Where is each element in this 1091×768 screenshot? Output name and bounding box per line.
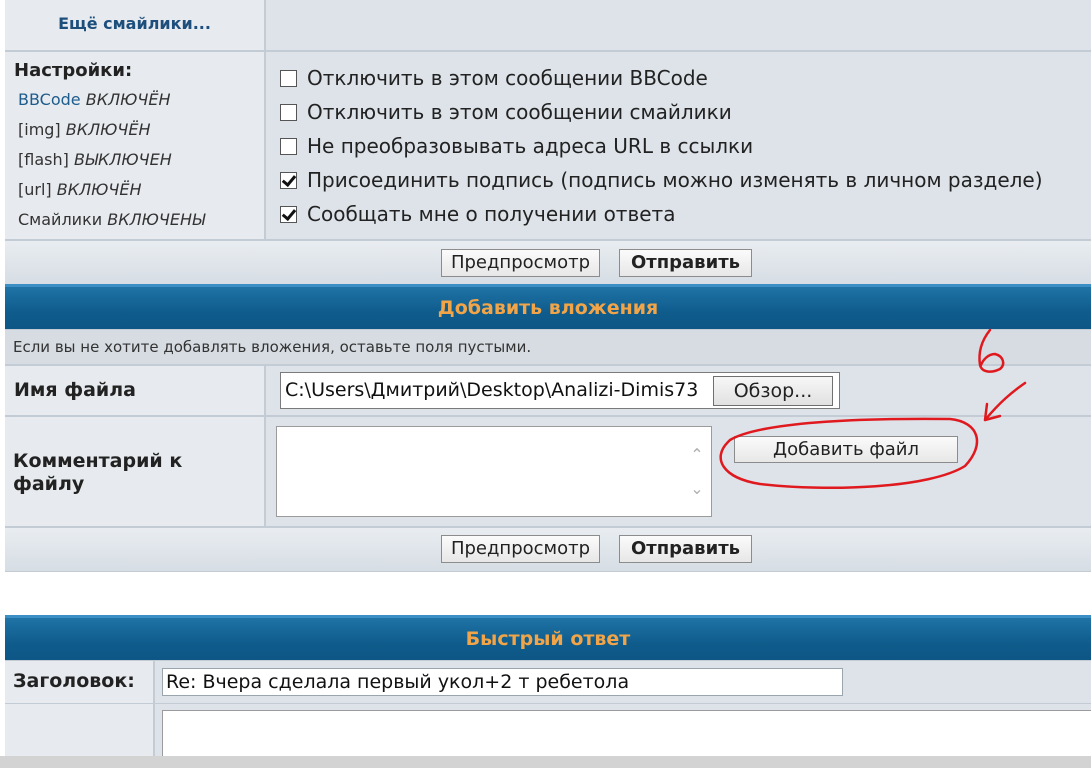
subject-input[interactable]: Re: Вчера сделала первый укол+2 т ребето… [162,668,843,696]
submit-button[interactable]: Отправить [619,249,752,277]
quick-reply-header: Быстрый ответ [5,615,1091,660]
scroll-up-icon[interactable]: ⌃ [687,445,707,465]
setting-flash: [flash] ВЫКЛЮЧЕН [18,145,264,175]
img-state: ВКЛЮЧЁН [65,120,151,139]
subject-field-cell: Re: Вчера сделала первый укол+2 т ребето… [155,661,1091,703]
add-file-button[interactable]: Добавить файл [734,436,958,463]
comment-label: Комментарий к файлу [13,450,183,495]
bbcode-state: ВКЛЮЧЁН [85,90,171,109]
horizontal-scrollbar[interactable] [0,756,1091,768]
attachments-note: Если вы не хотите добавлять вложения, ос… [13,338,532,356]
settings-title: Настройки: [14,60,133,81]
setting-smilies: Смайлики ВКЛЮЧЕНЫ [18,205,264,235]
option-disable-magic-url[interactable]: Не преобразовывать адреса URL в ссылки [280,129,753,163]
posting-form: Ещё смайлики... Настройки: BBCode ВКЛЮЧЁ… [5,0,1091,572]
option-disable-smilies[interactable]: Отключить в этом сообщении смайлики [280,95,732,129]
setting-bbcode: BBCode ВКЛЮЧЁН [18,85,264,115]
setting-img: [img] ВКЛЮЧЁН [18,115,264,145]
flash-state: ВЫКЛЮЧЕН [73,150,172,169]
submit-bar-top: Предпросмотр Отправить [5,241,1091,284]
scroll-down-icon[interactable]: ⌄ [687,479,707,499]
checkbox-attach-signature[interactable] [280,172,297,189]
settings-panel: Настройки: BBCode ВКЛЮЧЁН [img] ВКЛЮЧЁН … [5,52,264,239]
preview-button-2[interactable]: Предпросмотр [441,535,600,563]
submit-bar-bottom: Предпросмотр Отправить [5,528,1091,571]
smilies-state: ВКЛЮЧЕНЫ [107,210,206,229]
option-label: Отключить в этом сообщении BBCode [307,66,708,90]
smilies-area [266,0,1091,50]
subject-label: Заголовок: [13,670,135,692]
smilies-label: Смайлики [18,210,103,229]
filename-field-cell: C:\Users\Дмитрий\Desktop\Analizi-Dimis73… [266,366,1091,415]
comment-field-cell: ⌃ ⌄ Добавить файл [266,417,1091,526]
message-field-cell [155,704,1091,760]
url-state: ВКЛЮЧЁН [56,180,142,199]
bbcode-link[interactable]: BBCode [18,90,81,109]
checkbox-disable-bbcode[interactable] [280,70,297,87]
option-notify-reply[interactable]: Сообщать мне о получении ответа [280,197,675,231]
checkbox-disable-magic-url[interactable] [280,138,297,155]
subject-label-cell: Заголовок: [5,661,153,703]
url-label: [url] [18,180,52,199]
checkbox-disable-smilies[interactable] [280,104,297,121]
file-input[interactable]: C:\Users\Дмитрий\Desktop\Analizi-Dimis73… [280,372,840,409]
attachments-note-row: Если вы не хотите добавлять вложения, ос… [5,330,1091,364]
attachments-header: Добавить вложения [5,284,1091,329]
file-comment-textarea[interactable]: ⌃ ⌄ [276,426,712,517]
quick-reply-form: Быстрый ответ Заголовок: Re: Вчера сдела… [5,615,1091,760]
file-path-value[interactable]: C:\Users\Дмитрий\Desktop\Analizi-Dimis73 [285,375,709,405]
comment-label-cell: Комментарий к файлу [5,417,264,526]
option-disable-bbcode[interactable]: Отключить в этом сообщении BBCode [280,61,708,95]
setting-url: [url] ВКЛЮЧЁН [18,175,264,205]
message-textarea[interactable] [162,710,1091,760]
options-panel: Отключить в этом сообщении BBCode Отключ… [266,52,1091,239]
option-label: Не преобразовывать адреса URL в ссылки [307,134,754,158]
message-label-cell [5,704,153,756]
more-smilies-link[interactable]: Ещё смайлики... [5,0,264,48]
filename-label: Имя файла [14,379,136,401]
checkbox-notify-reply[interactable] [280,206,297,223]
browse-button[interactable]: Обзор... [713,376,833,406]
smilies-cell: Ещё смайлики... [5,0,264,50]
option-label: Отключить в этом сообщении смайлики [307,100,732,124]
option-label: Сообщать мне о получении ответа [307,202,676,226]
img-label: [img] [18,120,61,139]
submit-button-2[interactable]: Отправить [619,535,752,563]
preview-button[interactable]: Предпросмотр [441,249,600,277]
flash-label: [flash] [18,150,69,169]
option-attach-signature[interactable]: Присоединить подпись (подпись можно изме… [280,163,1043,197]
filename-label-cell: Имя файла [5,366,264,415]
option-label: Присоединить подпись (подпись можно изме… [307,168,1043,192]
